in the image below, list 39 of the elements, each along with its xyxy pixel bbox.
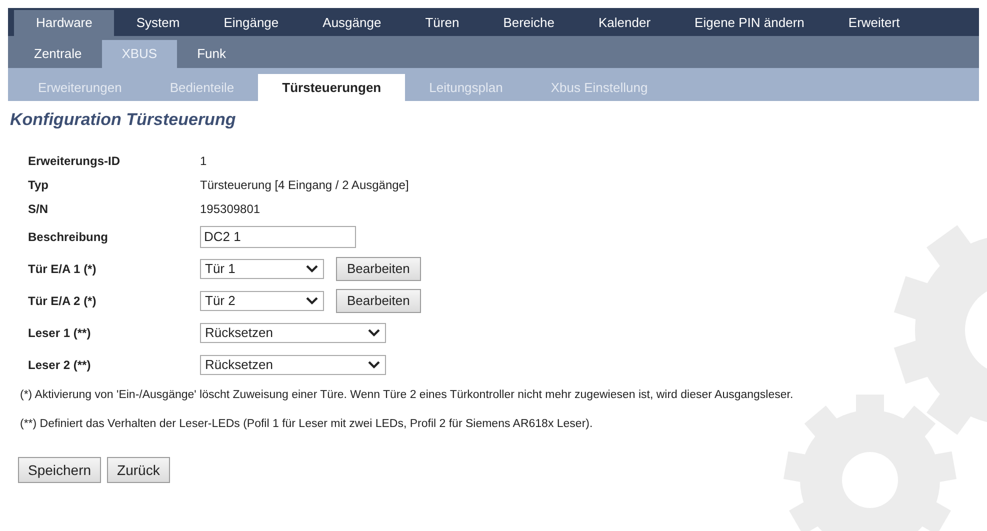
edit-button[interactable]: Bearbeiten bbox=[336, 288, 421, 312]
sub-nav-tab[interactable]: Funk bbox=[177, 40, 246, 68]
field-label: Leser 1 (**) bbox=[28, 324, 92, 342]
input-field[interactable]: DC2 1 bbox=[200, 226, 356, 248]
field-label: Tür E/A 1 (*) bbox=[28, 260, 98, 278]
field-value: 195309801 bbox=[200, 200, 260, 218]
field-label: Typ bbox=[28, 176, 50, 194]
chevron-down-icon bbox=[305, 296, 319, 306]
form-button[interactable]: Zurück bbox=[107, 457, 170, 483]
chevron-down-icon bbox=[367, 328, 381, 338]
main-nav-tab[interactable]: Ausgänge bbox=[300, 10, 404, 36]
chevron-down-icon bbox=[367, 360, 381, 370]
main-nav-tab[interactable]: System bbox=[114, 10, 202, 36]
chevron-down-icon bbox=[305, 264, 319, 274]
field-label: Beschreibung bbox=[28, 228, 110, 246]
main-nav-tab[interactable]: Eingänge bbox=[202, 10, 301, 36]
main-nav-tab[interactable]: Erweitert bbox=[826, 10, 922, 36]
page-heading: Konfiguration Türsteuerung bbox=[10, 109, 237, 131]
dropdown[interactable]: Rücksetzen bbox=[200, 354, 386, 374]
main-nav-tab[interactable]: Bereiche bbox=[481, 10, 576, 36]
form-button[interactable]: Speichern bbox=[18, 457, 102, 483]
footnote: (**) Definiert das Verhalten der Leser-LEDs (Pofil 1 für Leser mit zwei LEDs, Profil 2 für Siemens AR618x Leser). bbox=[20, 416, 594, 432]
field-label: Leser 2 (**) bbox=[28, 356, 92, 374]
dropdown[interactable]: Rücksetzen bbox=[200, 322, 386, 342]
field-label: S/N bbox=[28, 200, 50, 218]
edit-button[interactable]: Bearbeiten bbox=[336, 256, 421, 280]
main-nav-tab[interactable]: Türen bbox=[403, 10, 482, 36]
main-nav-tab[interactable]: Kalender bbox=[576, 10, 673, 36]
field-value: 1 bbox=[200, 152, 207, 170]
main-nav-tab[interactable]: Eigene PIN ändern bbox=[672, 10, 826, 36]
field-value: Türsteuerung [4 Eingang / 2 Ausgänge] bbox=[200, 176, 409, 194]
page-tab[interactable]: Türsteuerungen bbox=[258, 74, 406, 101]
dropdown[interactable]: Tür 1 bbox=[200, 258, 324, 278]
field-label: Erweiterungs-ID bbox=[28, 152, 122, 170]
main-nav-tab[interactable]: Hardware bbox=[14, 10, 114, 36]
field-label: Tür E/A 2 (*) bbox=[28, 292, 98, 310]
dropdown[interactable]: Tür 2 bbox=[200, 290, 324, 310]
footnote: (*) Aktivierung von 'Ein-/Ausgänge' löscht Zuweisung einer Türe. Wenn Türe 2 eines Türkontroller nicht mehr zugewiesen ist, wird dieser Ausgangsleser. bbox=[20, 388, 794, 402]
sub-nav-tab[interactable]: Zentrale bbox=[14, 40, 102, 68]
